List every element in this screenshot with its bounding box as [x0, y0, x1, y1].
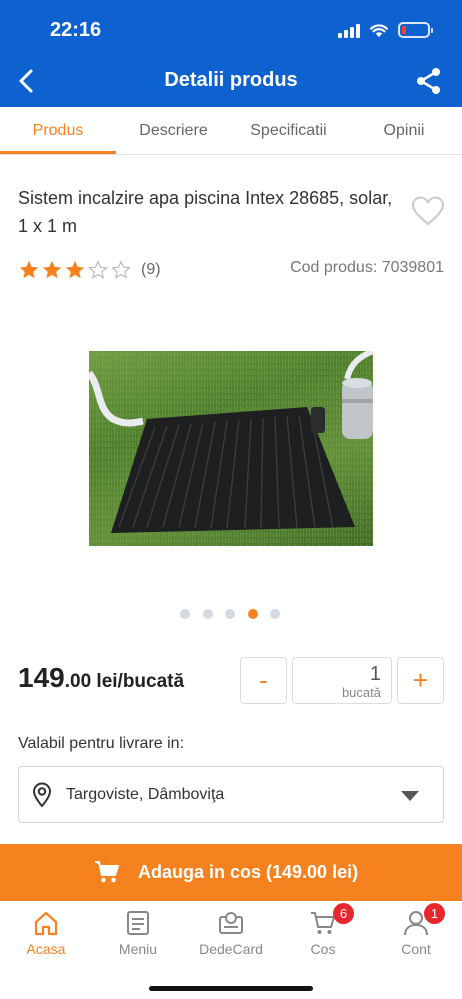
- nav-label: DedeCard: [199, 941, 263, 957]
- nav-item-dedecard[interactable]: DedeCard: [185, 907, 277, 967]
- quantity-unit: bucată: [341, 685, 381, 700]
- cart-icon: [95, 861, 119, 883]
- carousel-dot[interactable]: [225, 609, 235, 619]
- quantity-increase-button[interactable]: +: [397, 657, 444, 704]
- nav-label: Meniu: [118, 941, 158, 957]
- nav-bar: Detalii produs: [0, 58, 462, 107]
- nav-item-acasa[interactable]: Acasa: [0, 907, 92, 967]
- page-title: Detalii produs: [164, 69, 298, 91]
- battery-icon: [398, 22, 433, 38]
- location-pin-icon: [32, 782, 52, 808]
- menu-list-icon: [127, 911, 149, 935]
- card-icon: [219, 912, 243, 934]
- quantity-field[interactable]: 1 bucată: [292, 657, 392, 704]
- account-notification-badge: 1: [424, 903, 445, 924]
- star-empty-icon: [111, 260, 131, 279]
- nav-label: Cont: [401, 941, 431, 957]
- carousel-dot[interactable]: [270, 609, 280, 619]
- delivery-location-value: Targoviste, Dâmboviţa: [66, 786, 225, 803]
- home-icon: [34, 911, 58, 936]
- bottom-navigation: Acasa Meniu DedeCard 6 Cos 1 Cont: [0, 901, 462, 999]
- delivery-label: Valabil pentru livrare in:: [18, 735, 185, 752]
- cellular-signal-icon: [338, 24, 362, 38]
- rating[interactable]: (9): [18, 258, 161, 282]
- price-decimal-unit: .00 lei/bucată: [64, 671, 185, 692]
- status-time: 22:16: [50, 19, 102, 41]
- home-indicator: [149, 986, 313, 991]
- tab-produs[interactable]: Produs: [0, 107, 116, 155]
- price-integer: 149: [18, 662, 65, 693]
- image-carousel-dots: [180, 609, 293, 619]
- active-tab-indicator: [0, 151, 116, 154]
- status-bar: 22:16: [0, 0, 462, 58]
- product-image[interactable]: [89, 351, 373, 546]
- quantity-value: 1: [369, 663, 381, 685]
- heart-icon[interactable]: [411, 195, 445, 227]
- tab-opinii[interactable]: Opinii: [346, 107, 462, 155]
- carousel-dot[interactable]: [180, 609, 190, 619]
- nav-item-cos[interactable]: 6 Cos: [277, 903, 369, 967]
- wifi-icon: [370, 24, 388, 37]
- star-filled-icon: [19, 260, 39, 279]
- nav-item-meniu[interactable]: Meniu: [92, 907, 184, 967]
- star-filled-icon: [65, 260, 85, 279]
- star-filled-icon: [42, 260, 62, 279]
- chevron-down-icon: [401, 791, 419, 801]
- nav-item-cont[interactable]: 1 Cont: [370, 903, 462, 967]
- rating-count: (9): [141, 261, 161, 278]
- carousel-dot[interactable]: [202, 609, 213, 619]
- tab-descriere[interactable]: Descriere: [116, 107, 231, 155]
- carousel-dot-active[interactable]: [247, 609, 258, 619]
- nav-label: Acasa: [26, 941, 66, 957]
- app-header: 22:16 Detalii produs: [0, 0, 462, 107]
- delivery-location-select[interactable]: Targoviste, Dâmboviţa: [18, 766, 444, 823]
- nav-label: Cos: [310, 941, 336, 957]
- product-tabs: Produs Descriere Specificatii Opinii: [0, 107, 462, 155]
- add-to-cart-label: Adauga in cos (149.00 lei): [138, 862, 359, 882]
- add-to-cart-button[interactable]: Adauga in cos (149.00 lei): [0, 844, 462, 901]
- cart-count-badge: 6: [333, 903, 354, 924]
- product-title: Sistem incalzire apa piscina Intex 28685…: [18, 188, 393, 236]
- star-empty-icon: [88, 260, 108, 279]
- tab-specificatii[interactable]: Specificatii: [231, 107, 346, 155]
- price: 149.00 lei/bucată: [18, 662, 184, 694]
- product-code: Cod produs: 7039801: [290, 259, 444, 276]
- solar-mat-photo: [89, 351, 373, 546]
- share-icon[interactable]: [416, 67, 442, 95]
- quantity-decrease-button[interactable]: -: [240, 657, 287, 704]
